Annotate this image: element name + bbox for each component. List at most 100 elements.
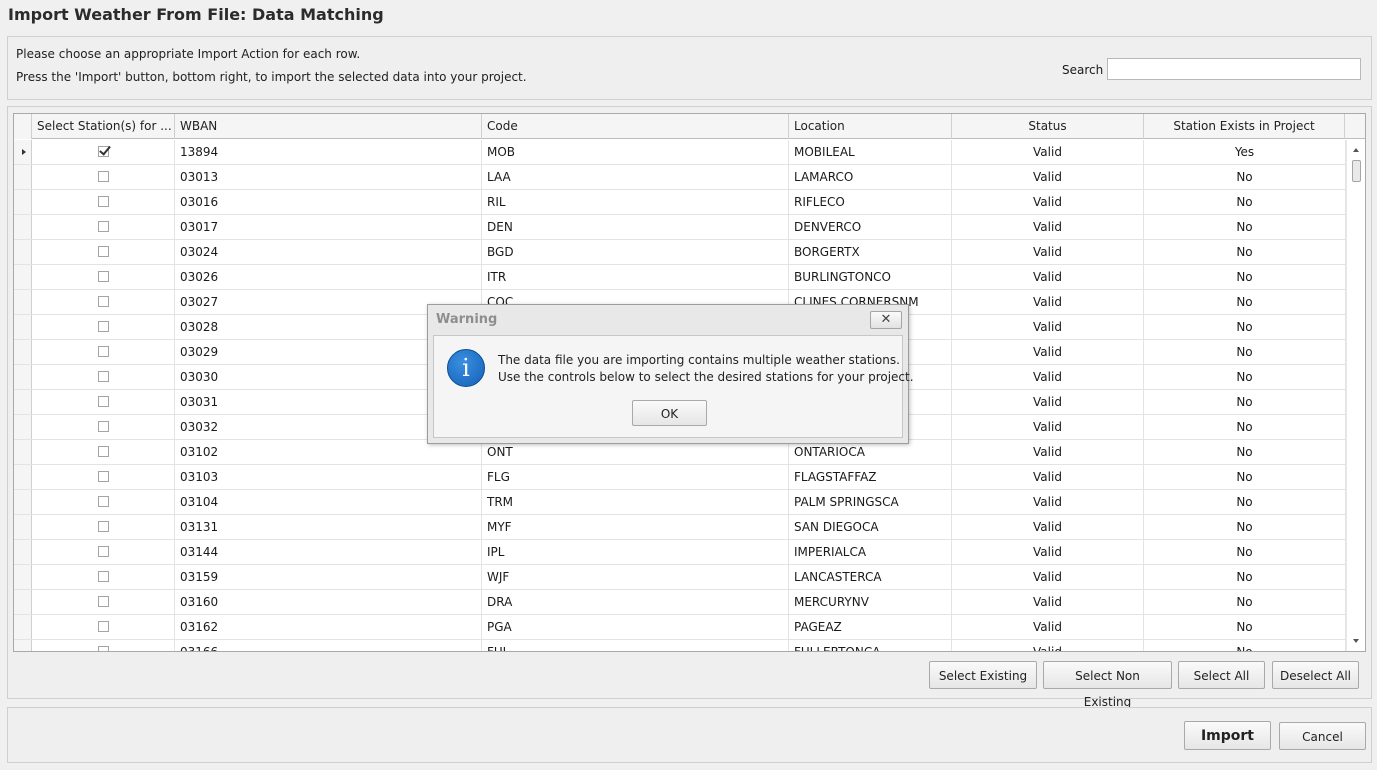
row-indicator[interactable] bbox=[14, 515, 32, 539]
row-indicator[interactable] bbox=[14, 265, 32, 289]
column-header-status[interactable]: Status bbox=[952, 114, 1144, 139]
cancel-button[interactable]: Cancel bbox=[1279, 722, 1366, 750]
cell-location: SAN DIEGOCA bbox=[789, 515, 952, 539]
cell-select bbox=[32, 240, 175, 264]
cell-location: LANCASTERCA bbox=[789, 565, 952, 589]
select-existing-button[interactable]: Select Existing bbox=[929, 661, 1037, 689]
cell-wban: 03160 bbox=[175, 590, 482, 614]
select-station-checkbox[interactable] bbox=[97, 445, 109, 457]
row-indicator[interactable] bbox=[14, 440, 32, 464]
cell-status: Valid bbox=[952, 515, 1144, 539]
table-row[interactable]: 03159 WJF LANCASTERCA Valid No bbox=[14, 565, 1346, 590]
info-icon: i bbox=[447, 349, 485, 387]
select-station-checkbox[interactable] bbox=[97, 495, 109, 507]
cell-code: MOB bbox=[482, 140, 789, 164]
cell-location: BURLINGTONCO bbox=[789, 265, 952, 289]
cell-select bbox=[32, 440, 175, 464]
select-non-existing-button[interactable]: Select Non Existing bbox=[1043, 661, 1172, 709]
select-station-checkbox[interactable] bbox=[97, 270, 109, 282]
cell-select bbox=[32, 190, 175, 214]
cell-status: Valid bbox=[952, 565, 1144, 589]
cell-station-exists: No bbox=[1144, 340, 1346, 364]
ok-button[interactable]: OK bbox=[632, 400, 707, 426]
row-indicator[interactable] bbox=[14, 540, 32, 564]
cell-code: WJF bbox=[482, 565, 789, 589]
table-row[interactable]: 03166 FUL FULLERTONCA Valid No bbox=[14, 640, 1346, 651]
select-station-checkbox[interactable] bbox=[97, 220, 109, 232]
column-header-location[interactable]: Location bbox=[789, 114, 952, 139]
close-icon[interactable]: ✕ bbox=[870, 311, 902, 329]
deselect-all-button[interactable]: Deselect All bbox=[1272, 661, 1359, 689]
select-station-checkbox[interactable] bbox=[97, 545, 109, 557]
cell-status: Valid bbox=[952, 165, 1144, 189]
select-station-checkbox[interactable] bbox=[97, 620, 109, 632]
row-indicator[interactable] bbox=[14, 465, 32, 489]
table-row[interactable]: 03160 DRA MERCURYNV Valid No bbox=[14, 590, 1346, 615]
scroll-down-icon[interactable] bbox=[1353, 639, 1359, 643]
row-indicator[interactable] bbox=[14, 365, 32, 389]
select-station-checkbox[interactable] bbox=[97, 595, 109, 607]
select-station-checkbox[interactable] bbox=[97, 570, 109, 582]
cell-wban: 03131 bbox=[175, 515, 482, 539]
import-button[interactable]: Import bbox=[1184, 721, 1271, 750]
row-indicator[interactable] bbox=[14, 240, 32, 264]
cell-station-exists: No bbox=[1144, 515, 1346, 539]
warning-dialog: Warning ✕ i The data file you are import… bbox=[427, 304, 914, 444]
row-indicator[interactable] bbox=[14, 215, 32, 239]
table-row[interactable]: 03024 BGD BORGERTX Valid No bbox=[14, 240, 1346, 265]
select-station-checkbox[interactable] bbox=[97, 320, 109, 332]
row-indicator[interactable] bbox=[14, 490, 32, 514]
row-indicator[interactable] bbox=[14, 590, 32, 614]
table-row[interactable]: 03026 ITR BURLINGTONCO Valid No bbox=[14, 265, 1346, 290]
table-row[interactable]: 03013 LAA LAMARCO Valid No bbox=[14, 165, 1346, 190]
vertical-scrollbar[interactable] bbox=[1346, 140, 1365, 651]
row-indicator[interactable] bbox=[14, 165, 32, 189]
column-header-station-exists[interactable]: Station Exists in Project bbox=[1144, 114, 1345, 139]
row-indicator[interactable] bbox=[14, 565, 32, 589]
select-station-checkbox[interactable] bbox=[97, 145, 109, 157]
select-station-checkbox[interactable] bbox=[97, 470, 109, 482]
row-indicator[interactable] bbox=[14, 290, 32, 314]
table-row[interactable]: 03144 IPL IMPERIALCA Valid No bbox=[14, 540, 1346, 565]
select-station-checkbox[interactable] bbox=[97, 420, 109, 432]
cell-select bbox=[32, 340, 175, 364]
select-station-checkbox[interactable] bbox=[97, 195, 109, 207]
row-indicator[interactable] bbox=[14, 315, 32, 339]
cell-status: Valid bbox=[952, 490, 1144, 514]
select-station-checkbox[interactable] bbox=[97, 345, 109, 357]
table-row[interactable]: 03017 DEN DENVERCO Valid No bbox=[14, 215, 1346, 240]
cell-wban: 03017 bbox=[175, 215, 482, 239]
row-indicator[interactable] bbox=[14, 140, 32, 164]
select-all-button[interactable]: Select All bbox=[1178, 661, 1265, 689]
row-indicator[interactable] bbox=[14, 615, 32, 639]
table-row[interactable]: 03162 PGA PAGEAZ Valid No bbox=[14, 615, 1346, 640]
row-indicator[interactable] bbox=[14, 415, 32, 439]
row-indicator[interactable] bbox=[14, 340, 32, 364]
scroll-up-icon[interactable] bbox=[1353, 148, 1359, 152]
select-station-checkbox[interactable] bbox=[97, 245, 109, 257]
footer-panel: Import Cancel bbox=[7, 707, 1372, 763]
select-station-checkbox[interactable] bbox=[97, 170, 109, 182]
row-indicator[interactable] bbox=[14, 640, 32, 651]
scroll-thumb[interactable] bbox=[1352, 160, 1361, 182]
cell-location: RIFLECO bbox=[789, 190, 952, 214]
column-header-code[interactable]: Code bbox=[482, 114, 789, 139]
table-row[interactable]: 03016 RIL RIFLECO Valid No bbox=[14, 190, 1346, 215]
select-station-checkbox[interactable] bbox=[97, 645, 109, 651]
search-input[interactable] bbox=[1107, 58, 1361, 80]
dialog-message-line-1: The data file you are importing contains… bbox=[498, 353, 900, 367]
cell-code: ITR bbox=[482, 265, 789, 289]
column-header-wban[interactable]: WBAN bbox=[175, 114, 482, 139]
table-row[interactable]: 03103 FLG FLAGSTAFFAZ Valid No bbox=[14, 465, 1346, 490]
select-station-checkbox[interactable] bbox=[97, 520, 109, 532]
table-row[interactable]: 03131 MYF SAN DIEGOCA Valid No bbox=[14, 515, 1346, 540]
cell-status: Valid bbox=[952, 365, 1144, 389]
select-station-checkbox[interactable] bbox=[97, 295, 109, 307]
row-indicator[interactable] bbox=[14, 190, 32, 214]
table-row[interactable]: 03104 TRM PALM SPRINGSCA Valid No bbox=[14, 490, 1346, 515]
column-header-select[interactable]: Select Station(s) for ... bbox=[32, 114, 175, 139]
table-row[interactable]: 13894 MOB MOBILEAL Valid Yes bbox=[14, 140, 1346, 165]
select-station-checkbox[interactable] bbox=[97, 370, 109, 382]
row-indicator[interactable] bbox=[14, 390, 32, 414]
select-station-checkbox[interactable] bbox=[97, 395, 109, 407]
